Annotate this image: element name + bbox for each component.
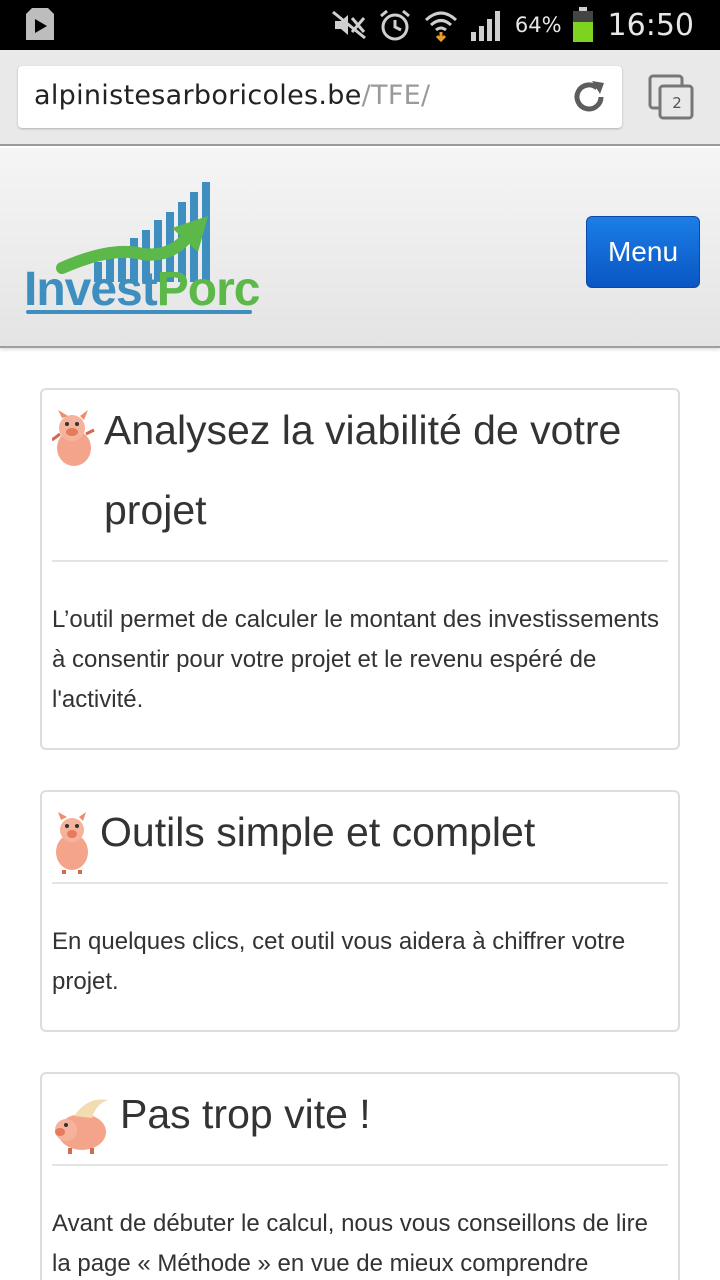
- investporc-logo[interactable]: InvestPorc: [22, 176, 260, 316]
- tab-count: 2: [672, 94, 682, 112]
- pig-icon: [56, 812, 88, 874]
- card-title: Analysez la viabilité de votre projet: [104, 407, 622, 533]
- card-text: En quelques clics, cet outil vous aidera…: [52, 928, 626, 995]
- url-text[interactable]: alpinistesarboricoles.be/TFE/: [34, 80, 430, 111]
- pig-icon: [52, 410, 95, 466]
- browser-toolbar: alpinistesarboricoles.be/TFE/ 2: [0, 50, 720, 146]
- signal-icon: [470, 11, 500, 41]
- clock: 16:50: [607, 7, 694, 43]
- tabs-button[interactable]: 2: [648, 74, 696, 122]
- pig-icon: [55, 1099, 108, 1154]
- url-bar[interactable]: alpinistesarboricoles.be/TFE/: [18, 66, 622, 128]
- url-path: /TFE/: [361, 80, 431, 111]
- card-text: L’outil permet de calculer le montant de…: [52, 606, 659, 713]
- card-title: Outils simple et complet: [100, 809, 536, 855]
- card-header: Analysez la viabilité de votre projet: [52, 390, 668, 562]
- card-title: Pas trop vite !: [120, 1091, 371, 1137]
- url-domain: alpinistesarboricoles.be: [34, 80, 362, 111]
- feature-card: Analysez la viabilité de votre projet L’…: [40, 388, 680, 750]
- card-header: Pas trop vite !: [52, 1074, 668, 1166]
- logo-underline: [26, 310, 252, 314]
- alarm-icon: [379, 9, 410, 41]
- logo-text: InvestPorc: [24, 263, 260, 316]
- battery-icon: [572, 7, 593, 42]
- card-header: Outils simple et complet: [52, 792, 668, 884]
- play-store-icon: [26, 8, 54, 40]
- battery-percent: 64%: [514, 13, 562, 37]
- feature-card: Pas trop vite ! Avant de débuter le calc…: [40, 1072, 680, 1280]
- card-text: Avant de débuter le calcul, nous vous co…: [52, 1210, 648, 1277]
- menu-button[interactable]: Menu: [586, 216, 700, 288]
- feature-card: Outils simple et complet En quelques cli…: [40, 790, 680, 1032]
- reload-icon[interactable]: [570, 78, 608, 116]
- status-icons: 64% 16:50: [331, 0, 694, 50]
- mute-icon: [331, 10, 366, 40]
- status-bar: 64% 16:50: [0, 0, 720, 50]
- site-header: InvestPorc Menu: [0, 148, 720, 348]
- wifi-icon: [424, 11, 457, 42]
